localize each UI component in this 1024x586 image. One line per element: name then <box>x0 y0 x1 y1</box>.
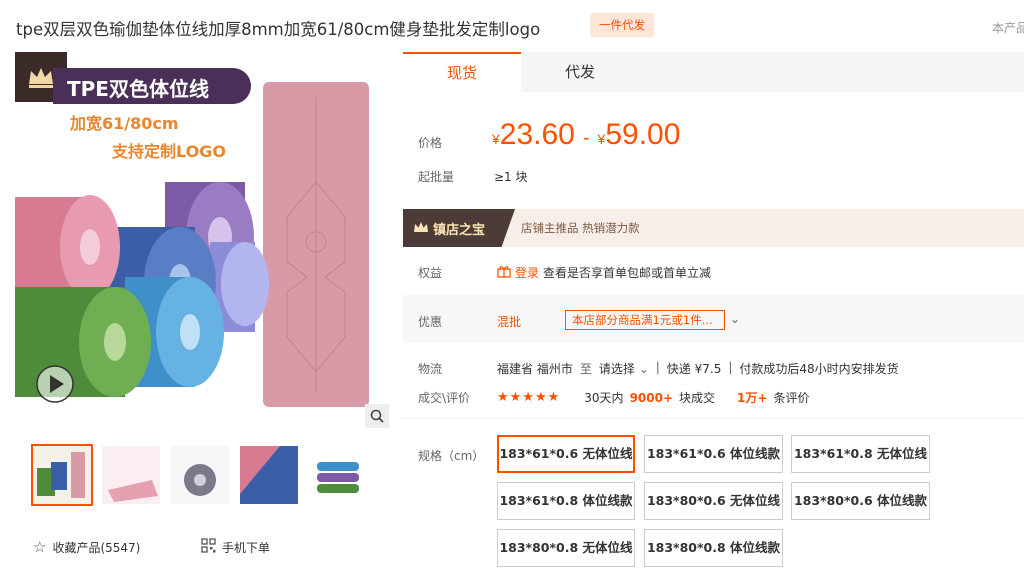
qr-code-icon <box>201 538 216 556</box>
tab-dropship[interactable]: 代发 <box>521 52 639 92</box>
image-caption-logo: 支持定制LOGO <box>112 142 226 161</box>
thumbnail-3[interactable] <box>171 446 229 504</box>
spec-option[interactable]: 183*61*0.8 体位线款 <box>497 482 635 520</box>
review-suffix: 条评价 <box>773 391 810 405</box>
shipping-label: 物流 <box>418 362 443 376</box>
spec-option[interactable]: 183*61*0.6 无体位线 <box>497 435 635 473</box>
image-banner-text: TPE双色体位线 <box>67 77 209 101</box>
tab-spot-goods[interactable]: 现货 <box>403 52 521 92</box>
ship-from: 福建省 福州市 <box>497 362 573 376</box>
deals-label: 成交\评价 <box>418 391 471 405</box>
chevron-down-icon: ⌄ <box>638 362 649 376</box>
gift-icon <box>497 265 511 281</box>
main-product-image[interactable]: TPE双色体位线 加宽61/80cm 支持定制LOGO <box>15 52 391 428</box>
deal-count: 9000+ <box>629 390 674 405</box>
treasure-tags: 店铺主推品 热销潜力款 <box>521 221 640 235</box>
login-link[interactable]: 登录 <box>515 264 539 281</box>
ship-to-value: 请选择 <box>598 362 635 376</box>
rights-text: 查看是否享首单包邮或首单立减 <box>543 266 712 280</box>
store-treasure-bar: 镇店之宝 店铺主推品 热销潜力款 <box>403 209 1024 247</box>
price-range: ¥23.60- ¥59.00 <box>492 118 680 152</box>
promotion-detail[interactable]: 本店部分商品满1元或1件... <box>565 310 725 330</box>
deal-count-suffix: 块成交 <box>679 391 716 405</box>
spec-option[interactable]: 183*80*0.6 体位线款 <box>791 482 930 520</box>
title-bar: tpe双层双色瑜伽垫体位线加厚8mm加宽61/80cm健身垫批发定制logo 一… <box>0 0 1024 50</box>
purchase-mode-tabs: 现货 代发 <box>403 52 1024 92</box>
currency-symbol: ¥ <box>492 131 500 147</box>
promotion-type: 混批 <box>497 315 522 329</box>
treasure-title: 镇店之宝 <box>433 222 486 238</box>
chevron-down-icon[interactable]: ⌄ <box>730 312 740 326</box>
spec-option[interactable]: 183*61*0.6 体位线款 <box>644 435 783 473</box>
deal-period: 30天内 <box>584 391 624 405</box>
favorite-label: 收藏产品(5547) <box>52 540 141 555</box>
price-min: 23.60 <box>499 118 575 151</box>
rights-label: 权益 <box>418 266 443 280</box>
image-banner: TPE双色体位线 <box>53 68 251 104</box>
mobile-order-label: 手机下单 <box>222 540 271 555</box>
divider <box>403 418 1024 419</box>
price-max: 59.00 <box>605 118 681 151</box>
image-caption-width: 加宽61/80cm <box>70 114 179 133</box>
thumbnail-1[interactable] <box>31 444 93 506</box>
favorite-button[interactable]: ☆ 收藏产品(5547) <box>33 538 140 556</box>
price-label: 价格 <box>418 136 443 150</box>
crown-icon <box>414 222 428 232</box>
spec-option[interactable]: 183*80*0.8 体位线款 <box>644 529 783 567</box>
dropship-badge[interactable]: 一件代发 <box>590 13 654 37</box>
spec-option[interactable]: 183*80*0.6 无体位线 <box>644 482 783 520</box>
divider: | <box>655 360 660 374</box>
moq-label: 起批量 <box>418 170 455 184</box>
shipping-row: 福建省 福州市 至 请选择 ⌄ | 快递 ¥7.5 | 付款成功后48小时内安排… <box>497 360 899 377</box>
thumbnail-5[interactable] <box>309 446 367 504</box>
thumbnail-2[interactable] <box>102 446 160 504</box>
divider: | <box>728 360 733 374</box>
thumbnail-strip <box>31 444 367 506</box>
treasure-title-box: 镇店之宝 <box>403 209 515 247</box>
spec-option[interactable]: 183*80*0.8 无体位线 <box>497 529 635 567</box>
rights-row: 登录 查看是否享首单包邮或首单立减 <box>497 264 711 281</box>
star-outline-icon: ☆ <box>33 538 47 556</box>
rating-stars: ★★★★★ <box>497 390 561 405</box>
thumbnail-4[interactable] <box>240 446 298 504</box>
review-count[interactable]: 1万+ <box>737 389 767 406</box>
truncated-side-text: 本产品 <box>992 21 1024 35</box>
deals-row: ★★★★★ 30天内 9000+ 块成交 1万+ 条评价 <box>497 389 809 406</box>
price-dash: - <box>582 127 590 149</box>
spec-label: 规格（cm） <box>418 449 485 463</box>
spec-option[interactable]: 183*61*0.8 无体位线 <box>791 435 930 473</box>
promotion-label: 优惠 <box>418 315 443 329</box>
moq-value: ≥1 块 <box>494 170 528 184</box>
ship-to-select[interactable]: 请选择 ⌄ <box>599 360 649 377</box>
yoga-mat-illustration <box>15 82 369 407</box>
product-title: tpe双层双色瑜伽垫体位线加厚8mm加宽61/80cm健身垫批发定制logo <box>16 20 541 39</box>
ship-to-word: 至 <box>579 362 592 376</box>
zoom-icon[interactable] <box>365 404 389 428</box>
express-fee: 快递 ¥7.5 <box>666 362 722 376</box>
dispatch-note: 付款成功后48小时内安排发货 <box>739 362 899 376</box>
mobile-order-button[interactable]: 手机下单 <box>201 538 270 556</box>
